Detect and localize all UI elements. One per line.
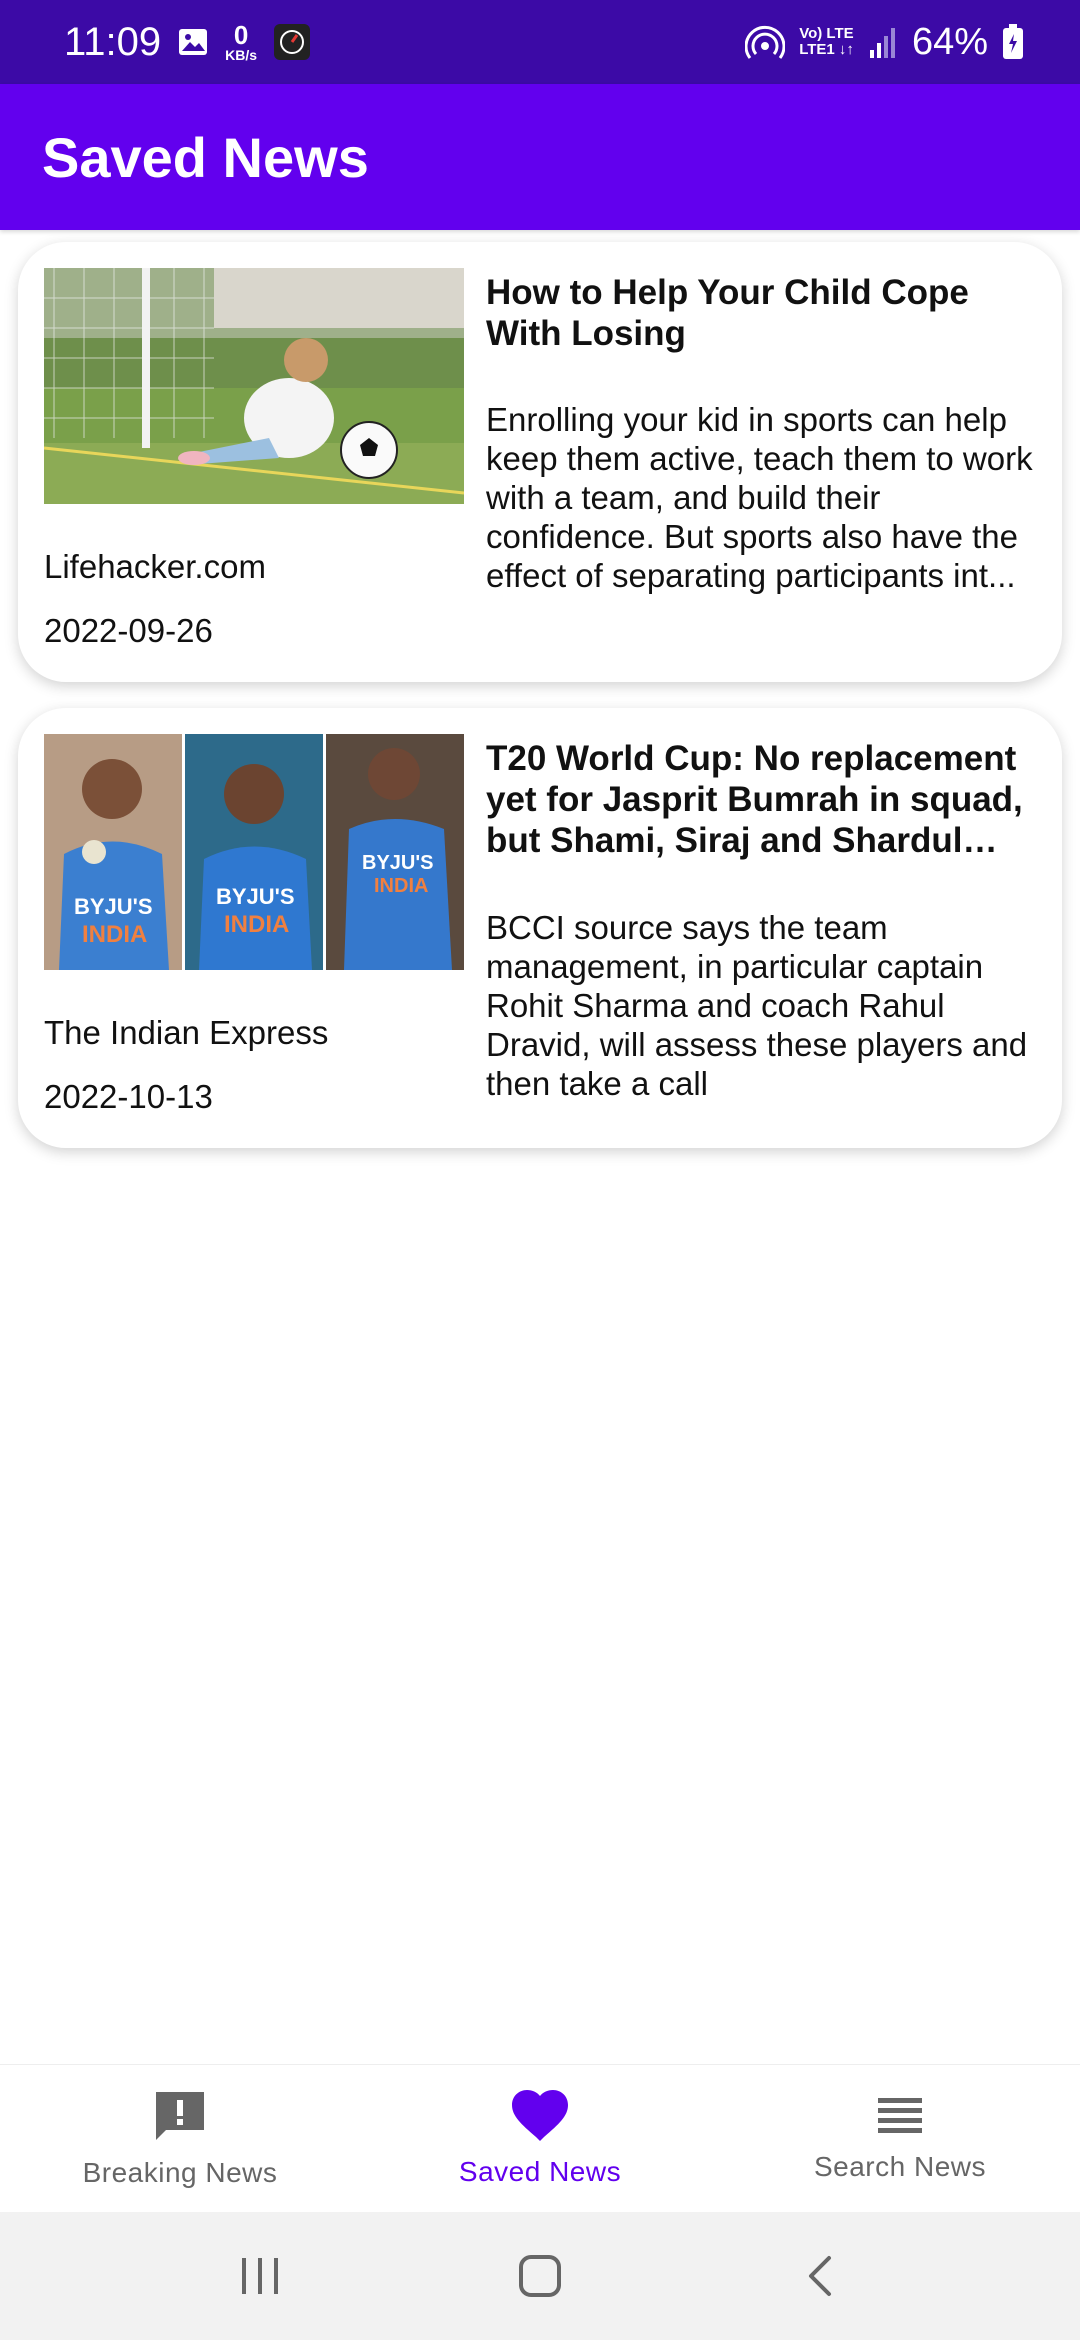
article-title: T20 World Cup: No replacement yet for Ja…: [486, 739, 1023, 860]
article-title: How to Help Your Child Cope With Losing: [486, 273, 969, 353]
network-type: Vo) LTE LTE1 ↓↑: [799, 24, 854, 59]
hotspot-icon: [745, 24, 786, 60]
article-description: BCCI source says the team management, in…: [486, 909, 1028, 1102]
svg-text:BYJU'S: BYJU'S: [362, 852, 433, 874]
article-image: BYJU'S INDIA BYJU'S INDIA BYJU'S INDIA: [44, 734, 464, 970]
speedometer-icon: [273, 23, 311, 61]
nav-saved-news[interactable]: Saved News: [360, 2065, 720, 2212]
nav-label: Search News: [813, 2151, 986, 2182]
battery-icon: [1002, 24, 1024, 60]
status-right: Vo) LTE LTE1 ↓↑ 64%: [745, 21, 1024, 64]
home-button[interactable]: [500, 2236, 580, 2316]
article-card[interactable]: BYJU'S INDIA BYJU'S INDIA BYJU'S INDIA T…: [18, 708, 1062, 1148]
back-button[interactable]: [780, 2236, 860, 2316]
back-icon: [809, 2256, 831, 2296]
article-card[interactable]: How to Help Your Child Cope With Losing …: [18, 242, 1062, 682]
article-date: 2022-09-26: [44, 612, 213, 649]
recent-apps-icon: [242, 2258, 278, 2294]
home-icon: [519, 2255, 561, 2297]
svg-text:INDIA: INDIA: [374, 875, 428, 897]
gallery-icon: [177, 27, 209, 57]
article-source: The Indian Express: [44, 1014, 329, 1051]
status-left: 11:09 0 KB/s: [64, 20, 311, 65]
svg-text:BYJU'S: BYJU'S: [74, 894, 153, 919]
app-bar: Saved News: [0, 84, 1080, 230]
status-bar: 11:09 0 KB/s Vo) LTE LTE1 ↓↑ 64%: [0, 0, 1080, 84]
article-source: Lifehacker.com: [44, 548, 266, 585]
recent-apps-button[interactable]: [220, 2236, 300, 2316]
list-icon: [876, 2094, 924, 2143]
net-speed-value: 0: [233, 20, 249, 50]
svg-text:BYJU'S: BYJU'S: [216, 884, 295, 909]
system-navigation-bar: [0, 2212, 1080, 2340]
heart-icon: [511, 2089, 569, 2148]
signal-icon: [868, 26, 898, 58]
article-description: Enrolling your kid in sports can help ke…: [486, 401, 1033, 594]
alert-message-icon: [152, 2088, 208, 2149]
net-speed: 0 KB/s: [225, 22, 257, 62]
network-type-top: Vo) LTE: [799, 24, 854, 42]
net-speed-unit: KB/s: [225, 47, 258, 63]
nav-breaking-news[interactable]: Breaking News: [0, 2065, 360, 2212]
battery-percent: 64%: [911, 20, 988, 63]
network-type-bottom: LTE1 ↓↑: [799, 41, 854, 58]
nav-label: Breaking News: [82, 2157, 278, 2188]
bottom-navigation: Breaking News Saved News Search News: [0, 2064, 1080, 2212]
article-date: 2022-10-13: [44, 1078, 213, 1115]
svg-text:INDIA: INDIA: [224, 911, 289, 938]
nav-label: Saved News: [458, 2156, 622, 2187]
page-title: Saved News: [42, 125, 369, 189]
status-time: 11:09: [64, 19, 162, 64]
article-image: [44, 268, 464, 504]
nav-search-news[interactable]: Search News: [720, 2065, 1080, 2212]
svg-text:INDIA: INDIA: [82, 921, 147, 948]
